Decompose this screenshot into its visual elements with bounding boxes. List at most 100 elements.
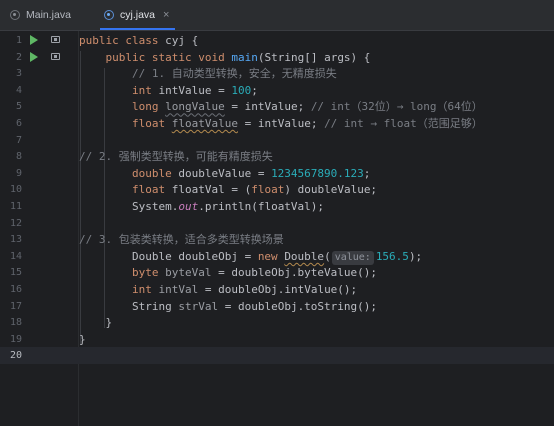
- parameter-hint: value:: [331, 250, 374, 265]
- code-token: ) doubleValue;: [284, 183, 378, 197]
- code-text[interactable]: Double doubleObj = new Double(value: 156.…: [79, 248, 422, 265]
- code-token: ;: [251, 83, 258, 97]
- code-line[interactable]: 19}: [0, 331, 554, 348]
- close-tab-icon[interactable]: ×: [163, 9, 169, 21]
- editor-tab-bar: Main.java cyj.java ×: [0, 0, 554, 31]
- code-token: doubleValue =: [178, 166, 272, 180]
- gutter-marker-icon[interactable]: [51, 52, 60, 60]
- code-line[interactable]: 1 public class cyj {: [0, 32, 554, 49]
- code-text[interactable]: int intValue = 100;: [79, 82, 258, 99]
- gutter-marker-icon[interactable]: [51, 36, 60, 43]
- code-line[interactable]: 2 public static void main(String[] args)…: [0, 49, 554, 66]
- code-line[interactable]: 8 // 2. 强制类型转换，可能有精度损失: [0, 148, 554, 165]
- code-token: intValue =: [158, 83, 232, 97]
- code-text[interactable]: byte byteVal = doubleObj.byteValue();: [79, 264, 377, 281]
- code-token: ;: [363, 166, 371, 180]
- code-line[interactable]: 10 float floatVal = (float) doubleValue;: [0, 181, 554, 198]
- code-editor[interactable]: Main.java cyj.java × 1 public class cyj {…: [0, 0, 554, 426]
- code-line[interactable]: 17 String strVal = doubleObj.toString();: [0, 298, 554, 315]
- line-number: 20: [9, 350, 22, 362]
- code-token: floatValue: [171, 117, 238, 130]
- code-token: (: [324, 249, 331, 263]
- line-number: 7: [15, 134, 22, 146]
- code-line[interactable]: 16 int intVal = doubleObj.intValue();: [0, 281, 554, 298]
- code-token: = intValue;: [224, 100, 311, 114]
- code-line[interactable]: 7: [0, 132, 554, 149]
- code-token: System.: [79, 200, 179, 213]
- code-line[interactable]: 4 int intValue = 100;: [0, 82, 554, 99]
- code-text[interactable]: }: [79, 314, 112, 331]
- code-text[interactable]: }: [79, 331, 86, 348]
- code-text[interactable]: String strVal = doubleObj.toString();: [79, 298, 377, 315]
- code-text[interactable]: long longValue = intValue; // int（32位）→ …: [79, 98, 483, 115]
- line-number: 19: [9, 333, 22, 345]
- code-text[interactable]: double doubleValue = 1234567890.123;: [79, 165, 370, 182]
- code-line[interactable]: 9 double doubleValue = 1234567890.123;: [0, 165, 554, 182]
- code-text[interactable]: public class cyj {: [79, 32, 198, 49]
- code-line[interactable]: 13 // 3. 包装类转换，适合多类型转换场景: [0, 231, 554, 248]
- java-class-icon: [104, 10, 114, 20]
- line-number: 14: [9, 250, 22, 262]
- code-token: long: [131, 100, 166, 114]
- line-number: 17: [9, 300, 22, 312]
- line-number: 8: [15, 151, 22, 163]
- code-text[interactable]: System.out.println(floatVal);: [79, 198, 324, 215]
- code-text[interactable]: // 3. 包装类转换，适合多类型转换场景: [79, 231, 284, 248]
- code-token: // int（32位）→ long（64位）: [310, 100, 483, 114]
- line-number: 15: [9, 267, 22, 279]
- code-line[interactable]: 11 System.out.println(floatVal);: [0, 198, 554, 215]
- java-file-icon: [10, 10, 20, 20]
- code-token: 1234567890.123: [271, 166, 364, 180]
- code-text[interactable]: float floatValue = intValue; // int → fl…: [79, 115, 483, 132]
- code-line[interactable]: 18 }: [0, 314, 554, 331]
- code-text[interactable]: // 2. 强制类型转换，可能有精度损失: [79, 148, 273, 165]
- code-token: cyj {: [165, 34, 199, 47]
- code-token: // 1. 自动类型转换，安全，无精度损失: [131, 67, 337, 81]
- code-token: floatVal = (: [171, 183, 252, 197]
- code-line[interactable]: 20: [0, 347, 554, 365]
- code-token: // 3. 包装类转换，适合多类型转换场景: [79, 233, 284, 247]
- code-token: Double: [284, 249, 325, 263]
- code-token: Double doubleObj =: [79, 249, 258, 263]
- code-token: = doubleObj.toString();: [218, 299, 378, 313]
- line-number: 5: [15, 101, 22, 113]
- code-token: float: [131, 117, 172, 130]
- code-line[interactable]: 15 byte byteVal = doubleObj.byteValue();: [0, 264, 554, 281]
- code-token: (String[] args) {: [257, 50, 371, 64]
- code-token: byte: [131, 266, 166, 280]
- code-token: }: [79, 332, 86, 346]
- code-text[interactable]: float floatVal = (float) doubleValue;: [79, 181, 377, 198]
- code-line[interactable]: 6 float floatValue = intValue; // int → …: [0, 115, 554, 132]
- code-token: 100: [231, 83, 252, 97]
- code-token: out: [178, 200, 199, 213]
- code-line[interactable]: 3 // 1. 自动类型转换，安全，无精度损失: [0, 65, 554, 82]
- tab-main-java[interactable]: Main.java: [10, 0, 71, 30]
- code-line[interactable]: 12: [0, 215, 554, 232]
- run-icon[interactable]: [30, 35, 38, 45]
- line-number: 12: [9, 217, 22, 229]
- code-token: longValue: [165, 100, 225, 114]
- line-number: 18: [9, 317, 22, 329]
- code-text[interactable]: // 1. 自动类型转换，安全，无精度损失: [79, 65, 337, 82]
- code-line[interactable]: 5 long longValue = intValue; // int（32位）…: [0, 98, 554, 115]
- code-token: }: [79, 316, 113, 330]
- code-token: main: [231, 50, 258, 64]
- code-token: float: [251, 183, 285, 197]
- line-number: 13: [9, 234, 22, 246]
- line-number: 16: [9, 284, 22, 295]
- line-number: 9: [15, 167, 22, 179]
- line-number: 6: [15, 118, 22, 129]
- code-token: intVal: [158, 283, 199, 296]
- line-number: 3: [15, 68, 22, 80]
- run-icon[interactable]: [30, 51, 38, 62]
- code-line[interactable]: 14 Double doubleObj = new Double(value: 1…: [0, 248, 554, 265]
- code-token: public class: [79, 34, 166, 47]
- code-text[interactable]: int intVal = doubleObj.intValue();: [79, 281, 357, 298]
- tab-cyj-java[interactable]: cyj.java ×: [99, 0, 176, 30]
- code-text[interactable]: public static void main(String[] args) {: [79, 49, 371, 66]
- tab-label: Main.java: [26, 9, 71, 21]
